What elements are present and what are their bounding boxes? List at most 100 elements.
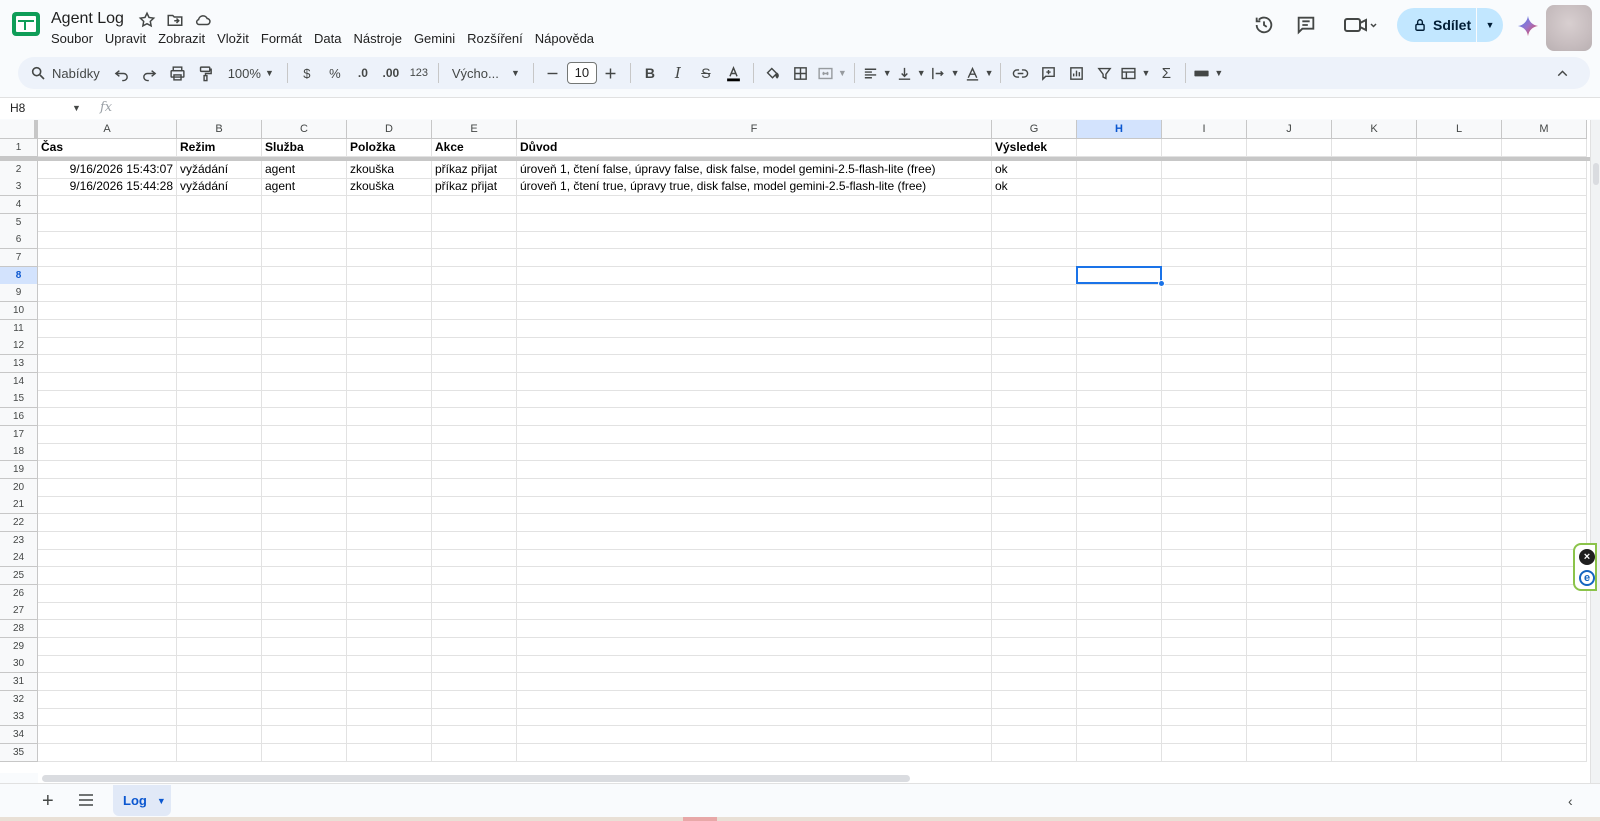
grid-cell[interactable] bbox=[517, 708, 992, 727]
gemini-icon[interactable] bbox=[1517, 15, 1539, 37]
row-header[interactable]: 35 bbox=[0, 743, 38, 762]
grid-cell[interactable] bbox=[38, 655, 177, 674]
grid-cell[interactable] bbox=[177, 337, 262, 356]
grid-cell[interactable] bbox=[1247, 743, 1332, 762]
grid-cell[interactable] bbox=[1502, 213, 1587, 232]
row-header[interactable]: 24 bbox=[0, 549, 38, 568]
column-header[interactable]: M bbox=[1502, 120, 1587, 139]
grid-cell[interactable] bbox=[1417, 567, 1502, 586]
grid-cell[interactable] bbox=[1332, 443, 1417, 462]
grid-cell[interactable] bbox=[992, 620, 1077, 639]
grid-cell[interactable] bbox=[262, 355, 347, 374]
grid-cell[interactable] bbox=[1332, 284, 1417, 303]
grid-cell[interactable] bbox=[1502, 743, 1587, 762]
grid-cell[interactable] bbox=[1332, 708, 1417, 727]
grid-cell[interactable] bbox=[1332, 390, 1417, 409]
grid-cell[interactable] bbox=[177, 743, 262, 762]
menu-tools[interactable]: Nástroje bbox=[348, 30, 408, 47]
grid-cell[interactable] bbox=[1162, 726, 1247, 745]
insert-chart-button[interactable] bbox=[1064, 61, 1088, 85]
grid-cell[interactable] bbox=[1077, 549, 1162, 568]
grid-cell[interactable] bbox=[177, 443, 262, 462]
grid-cell[interactable]: příkaz přijat bbox=[432, 178, 517, 197]
grid-cell[interactable] bbox=[992, 690, 1077, 709]
grid-cell[interactable] bbox=[1077, 337, 1162, 356]
grid-cell[interactable]: 9/16/2026 15:43:07 bbox=[38, 160, 177, 179]
grid-cell[interactable] bbox=[432, 249, 517, 268]
grid-cell[interactable] bbox=[38, 319, 177, 338]
grid-cell[interactable] bbox=[517, 461, 992, 480]
column-header[interactable]: A bbox=[38, 120, 177, 139]
grid-cell[interactable] bbox=[347, 425, 432, 444]
grid-cell[interactable] bbox=[1417, 425, 1502, 444]
grid-cell[interactable] bbox=[38, 602, 177, 621]
row-header[interactable]: 30 bbox=[0, 655, 38, 674]
grid-cell[interactable] bbox=[262, 637, 347, 656]
grid-cell[interactable] bbox=[1502, 390, 1587, 409]
grid-cell[interactable] bbox=[1417, 196, 1502, 214]
grid-cell[interactable]: úroveň 1, čtení false, úpravy false, dis… bbox=[517, 160, 992, 179]
grid-cell[interactable] bbox=[1502, 620, 1587, 639]
grid-cell[interactable] bbox=[1417, 443, 1502, 462]
italic-button[interactable]: I bbox=[666, 61, 690, 85]
grid-cell[interactable]: příkaz přijat bbox=[432, 160, 517, 179]
row-header[interactable]: 21 bbox=[0, 496, 38, 515]
grid-cell[interactable] bbox=[347, 690, 432, 709]
comments-icon[interactable] bbox=[1295, 14, 1317, 36]
grid-cell[interactable] bbox=[1417, 160, 1502, 179]
grid-cell[interactable] bbox=[1162, 249, 1247, 268]
grid-cell[interactable] bbox=[1332, 673, 1417, 692]
grid-cell[interactable] bbox=[992, 531, 1077, 550]
grid-cell[interactable] bbox=[992, 478, 1077, 497]
grid-cell[interactable] bbox=[1077, 196, 1162, 214]
grid-cell[interactable] bbox=[432, 602, 517, 621]
grid-cell[interactable] bbox=[1077, 584, 1162, 603]
grid-cell[interactable] bbox=[517, 408, 992, 427]
grid-cell[interactable] bbox=[1247, 637, 1332, 656]
grid-cell[interactable] bbox=[1077, 372, 1162, 391]
grid-cell[interactable] bbox=[1417, 602, 1502, 621]
grid-cell[interactable] bbox=[347, 302, 432, 321]
share-dropdown-button[interactable]: ▼ bbox=[1477, 8, 1503, 42]
font-select[interactable]: Výcho... ▼ bbox=[446, 61, 526, 85]
grid-cell[interactable] bbox=[1162, 673, 1247, 692]
grid-cell[interactable] bbox=[1247, 478, 1332, 497]
grid-cell[interactable] bbox=[177, 637, 262, 656]
grid-cell[interactable] bbox=[347, 549, 432, 568]
grid-cell[interactable] bbox=[1417, 408, 1502, 427]
grid-cell[interactable] bbox=[38, 478, 177, 497]
grid-cell[interactable] bbox=[262, 213, 347, 232]
grid-cell[interactable] bbox=[432, 496, 517, 515]
grid-cell[interactable] bbox=[1247, 496, 1332, 515]
grid-cell[interactable] bbox=[1247, 726, 1332, 745]
font-size-input[interactable]: 10 bbox=[566, 62, 597, 84]
grid-cell[interactable] bbox=[1502, 337, 1587, 356]
grid-cell[interactable] bbox=[262, 425, 347, 444]
grid-cell[interactable]: Akce bbox=[432, 139, 517, 157]
grid-cell[interactable] bbox=[992, 425, 1077, 444]
grid-cell[interactable] bbox=[1247, 655, 1332, 674]
grid-cell[interactable] bbox=[1247, 231, 1332, 250]
grid-cell[interactable] bbox=[432, 355, 517, 374]
grid-cell[interactable] bbox=[517, 231, 992, 250]
grid-cell[interactable] bbox=[262, 655, 347, 674]
grid-cell[interactable] bbox=[262, 266, 347, 285]
grid-cell[interactable] bbox=[1502, 231, 1587, 250]
grid-cell[interactable] bbox=[992, 602, 1077, 621]
grid-cell[interactable] bbox=[432, 690, 517, 709]
paint-format-button[interactable] bbox=[194, 61, 218, 85]
row-header[interactable]: 11 bbox=[0, 319, 38, 338]
grid-cell[interactable] bbox=[1247, 266, 1332, 285]
grid-cell[interactable] bbox=[1162, 496, 1247, 515]
grid-cell[interactable] bbox=[1247, 620, 1332, 639]
grid-cell[interactable] bbox=[38, 690, 177, 709]
grid-cell[interactable] bbox=[1077, 139, 1162, 157]
grid-cell[interactable] bbox=[992, 443, 1077, 462]
grid-cell[interactable] bbox=[1162, 655, 1247, 674]
search-menus-button[interactable]: Nabídky bbox=[26, 65, 108, 81]
grid-cell[interactable] bbox=[1332, 690, 1417, 709]
grid-cell[interactable] bbox=[1077, 620, 1162, 639]
merge-cells-button[interactable]: ▼ bbox=[817, 61, 847, 85]
grid-cell[interactable] bbox=[347, 655, 432, 674]
grid-cell[interactable] bbox=[432, 655, 517, 674]
